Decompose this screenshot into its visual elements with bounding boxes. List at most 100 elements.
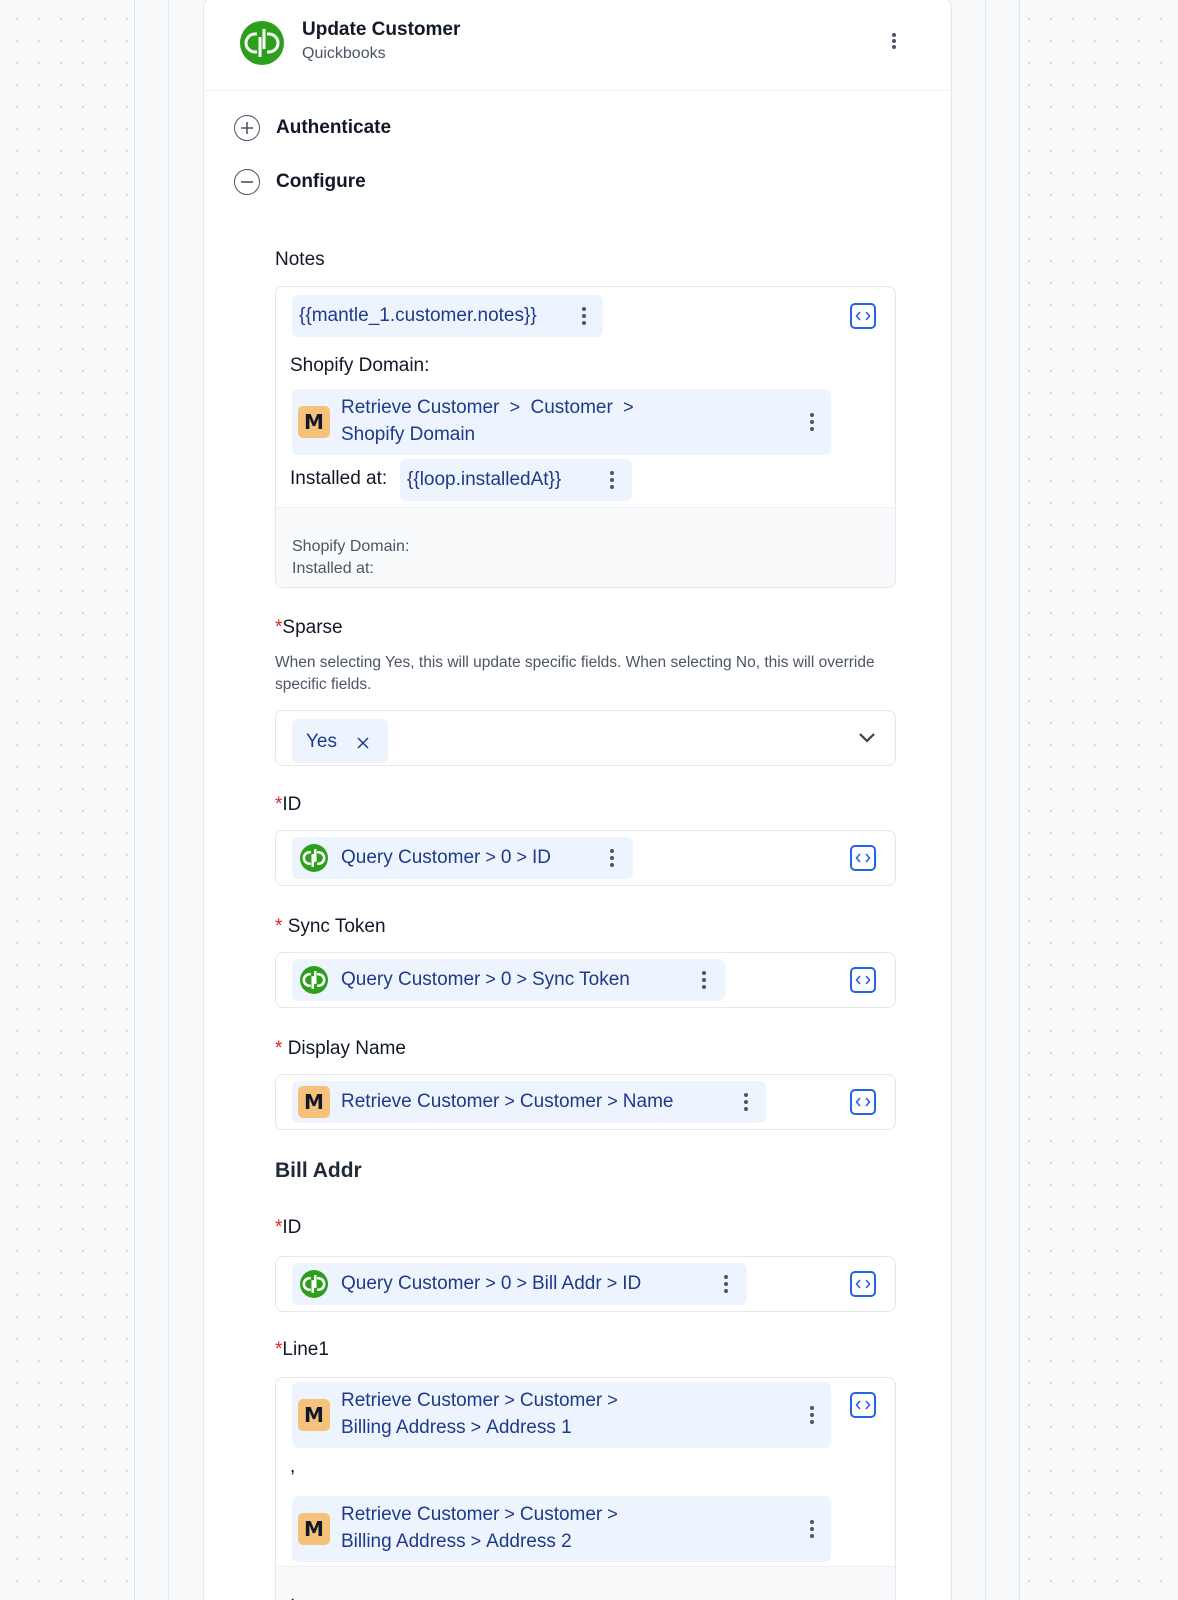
chevron-right-icon: >: [511, 1273, 532, 1293]
bill-addr-id-input[interactable]: Query Customer > 0 > Bill Addr > ID: [275, 1256, 896, 1312]
quickbooks-logo-icon: [300, 966, 328, 994]
sync-token-label-text: Sync Token: [287, 916, 386, 937]
bill-addr-id-label: *ID: [275, 1217, 301, 1239]
step-authenticate[interactable]: Authenticate: [234, 115, 391, 141]
id-label: *ID: [275, 794, 301, 816]
notes-input[interactable]: {{mantle_1.customer.notes}} Shopify Doma…: [275, 286, 896, 588]
bill-addr-id-chip[interactable]: Query Customer > 0 > Bill Addr > ID: [292, 1263, 747, 1305]
chip-path-segment: Billing Address: [341, 1417, 466, 1438]
step-authenticate-label: Authenticate: [276, 117, 392, 138]
chip-path-segment: Sync Token: [531, 969, 630, 990]
chip-kebab-icon[interactable]: [810, 413, 814, 431]
mantle-m-icon: M: [298, 1086, 330, 1118]
notes-variable-text: {{mantle_1.customer.notes}}: [299, 305, 537, 326]
card-header: Update Customer Quickbooks: [204, 0, 951, 91]
chip-kebab-icon[interactable]: [744, 1093, 748, 1111]
chip-path-segment: Query Customer: [341, 847, 481, 868]
chip-path-segment: ID: [531, 847, 551, 868]
chevron-right-icon: >: [511, 969, 532, 989]
chevron-right-icon: >: [504, 397, 526, 417]
chip-kebab-icon[interactable]: [702, 971, 706, 989]
chip-path-segment: Customer: [519, 1390, 603, 1411]
id-label-text: ID: [282, 794, 302, 815]
chip-path-segment: Customer: [519, 1091, 603, 1112]
code-brackets-icon[interactable]: [850, 1271, 876, 1297]
chip-kebab-icon[interactable]: [582, 307, 586, 325]
chip-kebab-icon[interactable]: [610, 471, 614, 489]
code-brackets-icon[interactable]: [850, 303, 876, 329]
chevron-right-icon: >: [499, 1390, 520, 1410]
chip-path-segment: Query Customer: [341, 1273, 481, 1294]
chip-path-segment: Query Customer: [341, 969, 481, 990]
sparse-help-text: When selecting Yes, this will update spe…: [275, 654, 875, 693]
code-brackets-icon[interactable]: [850, 1392, 876, 1418]
sync-token-chip[interactable]: Query Customer > 0 > Sync Token: [292, 959, 725, 1001]
mantle-m-icon: M: [298, 406, 330, 438]
plus-circle-icon: [234, 115, 260, 141]
chip-path-segment: Shopify Domain: [341, 424, 476, 445]
quickbooks-logo-icon: [240, 21, 284, 65]
chip-path-segment: Customer: [530, 397, 613, 418]
chip-kebab-icon[interactable]: [610, 849, 614, 867]
bill-addr-id-label-text: ID: [282, 1217, 302, 1238]
step-configure[interactable]: Configure: [234, 169, 366, 195]
quickbooks-logo-icon: [300, 844, 328, 872]
sparse-select[interactable]: Yes: [275, 710, 896, 766]
chevron-right-icon: >: [618, 397, 634, 417]
code-brackets-icon[interactable]: [850, 1089, 876, 1115]
chip-path-segment: Retrieve Customer: [341, 1504, 500, 1525]
chip-path-segment: Bill Addr: [531, 1273, 602, 1294]
chevron-right-icon: >: [480, 847, 501, 867]
id-input[interactable]: Query Customer > 0 > ID: [275, 830, 896, 886]
address2-chip[interactable]: M Retrieve Customer > Customer > Billing…: [292, 1496, 831, 1562]
chip-path-segment: Address 1: [486, 1417, 572, 1438]
card-menu-kebab-icon[interactable]: [892, 33, 896, 49]
chevron-down-icon[interactable]: [858, 730, 876, 748]
chip-kebab-icon[interactable]: [810, 1520, 814, 1538]
installed-at-variable-text: {{loop.installedAt}}: [407, 469, 562, 490]
chevron-right-icon: >: [602, 1390, 618, 1410]
chip-path-segment: Name: [622, 1091, 674, 1112]
bill-addr-line1-label: *Line1: [275, 1339, 329, 1361]
chip-path-segment: 0: [500, 1273, 512, 1294]
address1-chip[interactable]: M Retrieve Customer > Customer > Billing…: [292, 1382, 831, 1448]
card-title: Update Customer: [302, 19, 461, 40]
code-brackets-icon[interactable]: [850, 845, 876, 871]
chip-path-segment: Address 2: [486, 1531, 572, 1552]
chip-path-segment: Customer: [519, 1504, 603, 1525]
mantle-m-icon: M: [298, 1399, 330, 1431]
chip-kebab-icon[interactable]: [810, 1406, 814, 1424]
chip-path-segment: 0: [500, 969, 512, 990]
display-name-label-text: Display Name: [287, 1038, 406, 1059]
display-name-input[interactable]: M Retrieve Customer > Customer > Name: [275, 1074, 896, 1130]
close-x-icon[interactable]: [356, 734, 370, 756]
notes-text-shopify-domain: Shopify Domain:: [290, 355, 430, 376]
chevron-right-icon: >: [465, 1417, 487, 1437]
chevron-right-icon: >: [480, 1273, 501, 1293]
required-marker: *: [275, 916, 283, 937]
sparse-selected-tag[interactable]: Yes: [292, 719, 388, 763]
chevron-right-icon: >: [499, 1091, 520, 1111]
line1-separator: ,: [290, 1456, 296, 1477]
bill-addr-section-title: Bill Addr: [275, 1159, 362, 1182]
bill-addr-line1-label-text: Line1: [282, 1339, 329, 1360]
display-name-chip[interactable]: M Retrieve Customer > Customer > Name: [292, 1081, 766, 1123]
id-chip[interactable]: Query Customer > 0 > ID: [292, 837, 633, 879]
preview-line: Shopify Domain:: [292, 538, 410, 555]
preview-line: Installed at:: [292, 560, 374, 577]
notes-text-installed-at: Installed at:: [290, 468, 388, 489]
shopify-domain-chip[interactable]: M Retrieve Customer > Customer > Shopify…: [292, 389, 831, 455]
step-configure-label: Configure: [276, 171, 366, 192]
chip-path-segment: Retrieve Customer: [341, 1091, 500, 1112]
chevron-right-icon: >: [499, 1504, 520, 1524]
chip-path-segment: Billing Address: [341, 1531, 466, 1552]
bill-addr-line1-input[interactable]: M Retrieve Customer > Customer > Billing…: [275, 1377, 896, 1600]
notes-variable-chip[interactable]: {{mantle_1.customer.notes}}: [292, 295, 603, 337]
installed-at-variable-chip[interactable]: {{loop.installedAt}}: [400, 459, 632, 501]
chip-kebab-icon[interactable]: [724, 1275, 728, 1293]
code-brackets-icon[interactable]: [850, 967, 876, 993]
mantle-m-icon: M: [298, 1513, 330, 1545]
sync-token-input[interactable]: Query Customer > 0 > Sync Token: [275, 952, 896, 1008]
chevron-right-icon: >: [511, 847, 532, 867]
chevron-right-icon: >: [602, 1091, 623, 1111]
